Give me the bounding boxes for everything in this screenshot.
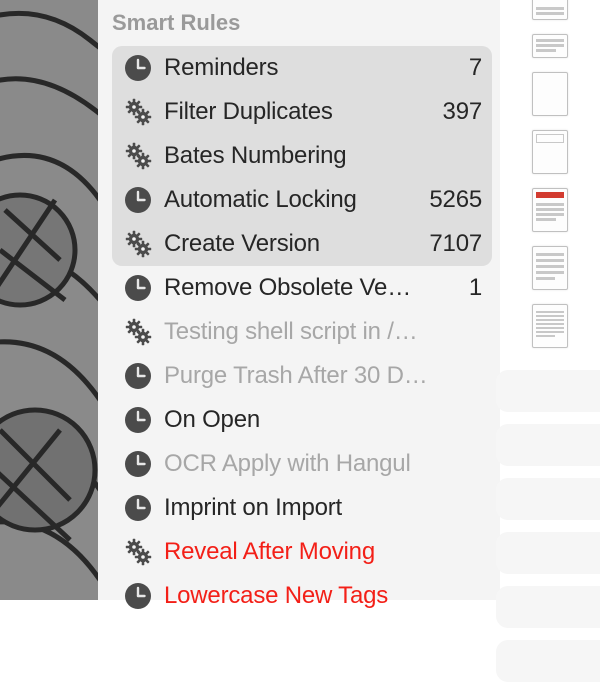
gears-icon (124, 98, 152, 126)
gears-icon (124, 318, 152, 346)
clock-icon (124, 582, 152, 610)
gears-icon (124, 142, 152, 170)
thumb-at[interactable]: @ (532, 0, 568, 20)
thumb-note[interactable] (532, 34, 568, 58)
desktop-wallpaper (0, 0, 98, 600)
thumb-text[interactable] (532, 304, 568, 348)
smart-rule-item[interactable]: Lowercase New Tags (112, 574, 492, 618)
smart-rule-item[interactable]: Remove Obsolete Ve… 1 (112, 266, 492, 310)
rule-label: On Open (164, 406, 482, 434)
smart-rule-item[interactable]: Filter Duplicates 397 (112, 90, 492, 134)
smart-rule-item[interactable]: Reveal After Moving (112, 530, 492, 574)
rule-label: Reveal After Moving (164, 538, 482, 566)
clock-icon (124, 406, 152, 434)
list-row-placeholder (496, 370, 600, 412)
rule-label: Filter Duplicates (164, 98, 431, 126)
rule-label: Lowercase New Tags (164, 582, 482, 610)
clock-icon (124, 274, 152, 302)
rule-count: 5265 (429, 186, 482, 214)
smart-rule-item[interactable]: Create Version 7107 (112, 222, 492, 266)
list-row-placeholder (496, 478, 600, 520)
thumb-lines[interactable] (532, 246, 568, 290)
thumb-blank[interactable] (532, 72, 568, 116)
clock-icon (124, 494, 152, 522)
selection-block: Reminders 7 Filter Duplicates 397 Bates Numb… (112, 46, 492, 266)
smart-rule-item[interactable]: Imprint on Import (112, 486, 492, 530)
smart-rule-item[interactable]: OCR Apply with Hangul (112, 442, 492, 486)
rule-count: 7 (469, 54, 482, 82)
smart-rule-item[interactable]: Bates Numbering (112, 134, 492, 178)
rule-label: Testing shell script in /… (164, 318, 482, 346)
smart-rule-item[interactable]: Reminders 7 (112, 46, 492, 90)
clock-icon (124, 450, 152, 478)
preview-column: @ (500, 0, 600, 600)
clock-icon (124, 362, 152, 390)
smart-rules-panel: Smart Rules Reminders 7 Filter Duplicates 3… (98, 0, 500, 600)
rule-label: Imprint on Import (164, 494, 482, 522)
smart-rules-list: Reminders 7 Filter Duplicates 397 Bates Numb… (98, 46, 500, 618)
list-rows (500, 348, 600, 682)
rule-count: 397 (443, 98, 482, 126)
document-thumbnails: @ (500, 0, 600, 348)
rule-label: OCR Apply with Hangul (164, 450, 482, 478)
list-row-placeholder (496, 424, 600, 466)
rule-count: 1 (469, 274, 482, 302)
clock-icon (124, 54, 152, 82)
rule-count: 7107 (429, 230, 482, 258)
section-title: Smart Rules (98, 0, 500, 46)
list-row-placeholder (496, 640, 600, 682)
smart-rule-item[interactable]: Testing shell script in /… (112, 310, 492, 354)
rule-label: Remove Obsolete Ve… (164, 274, 457, 302)
rule-label: Bates Numbering (164, 142, 482, 170)
rule-label: Purge Trash After 30 D… (164, 362, 482, 390)
smart-rule-item[interactable]: Automatic Locking 5265 (112, 178, 492, 222)
thumb-red[interactable] (532, 188, 568, 232)
clock-icon (124, 186, 152, 214)
smart-rule-item[interactable]: On Open (112, 398, 492, 442)
rule-label: Reminders (164, 54, 457, 82)
list-row-placeholder (496, 586, 600, 628)
rule-label: Automatic Locking (164, 186, 417, 214)
smart-rule-item[interactable]: Purge Trash After 30 D… (112, 354, 492, 398)
gears-icon (124, 230, 152, 258)
gears-icon (124, 538, 152, 566)
thumb-head[interactable] (532, 130, 568, 174)
rule-label: Create Version (164, 230, 417, 258)
list-row-placeholder (496, 532, 600, 574)
